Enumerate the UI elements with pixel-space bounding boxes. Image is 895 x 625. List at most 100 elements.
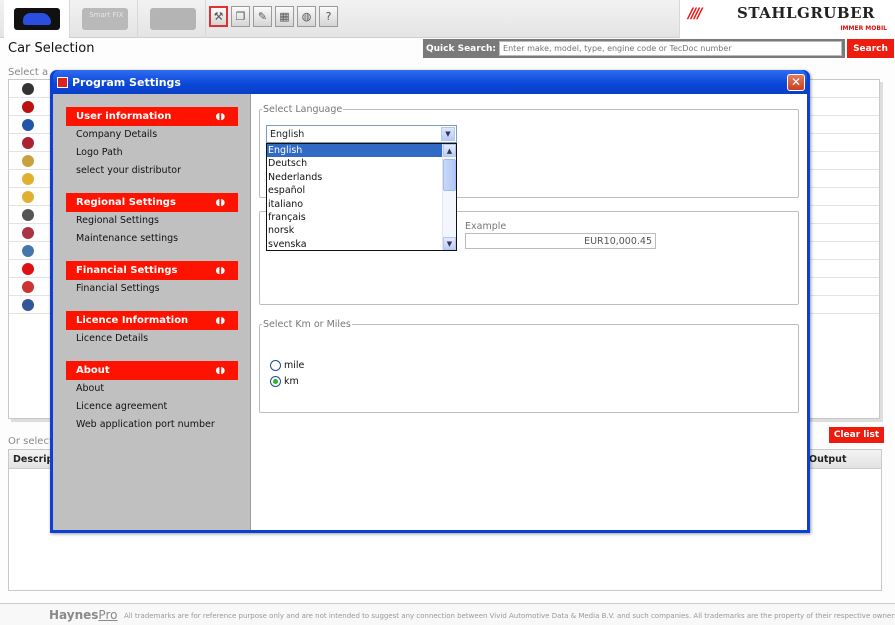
stahlgruber-logo: //// STAHLGRUBER IMMER MOBIL	[679, 0, 895, 38]
sidebar-item[interactable]: Financial Settings	[76, 280, 250, 298]
language-option[interactable]: Deutsch	[267, 157, 456, 170]
distance-legend: Select Km or Miles	[263, 319, 351, 330]
logo-name: STAHLGRUBER	[737, 4, 875, 22]
dropdown-scrollbar[interactable]: ▲ ▼	[442, 144, 456, 250]
make-logo-icon	[22, 119, 34, 131]
make-logo-icon	[22, 209, 34, 221]
make-logo-icon	[22, 227, 34, 239]
section-header[interactable]: About ◖◗	[66, 361, 238, 380]
language-option[interactable]: español	[267, 184, 456, 197]
footer-disclaimer: All trademarks are for reference purpose…	[124, 612, 895, 620]
headset-icon: ◖◗	[215, 315, 225, 326]
section-header-label: User information	[76, 111, 172, 122]
close-button[interactable]: ✕	[787, 74, 805, 91]
make-logo-icon	[22, 155, 34, 167]
scroll-down-icon[interactable]: ▼	[443, 237, 456, 250]
sidebar-item[interactable]: select your distributor	[76, 162, 250, 180]
language-option[interactable]: English	[267, 144, 456, 158]
make-logo-icon	[22, 299, 34, 311]
close-icon: ✕	[790, 75, 802, 89]
section-header-label: Licence Information	[76, 315, 189, 326]
example-value-field: EUR10,000.45	[465, 233, 656, 249]
copy-icon: ❐	[235, 10, 246, 23]
copy-button[interactable]: ❐	[231, 6, 250, 27]
make-logo-icon	[22, 245, 34, 257]
quick-search-bar: Quick Search:	[423, 39, 845, 58]
sidebar-item[interactable]: Licence agreement	[76, 398, 250, 416]
radio-km-label: km	[284, 376, 299, 387]
radio-mile-circle[interactable]	[270, 360, 281, 371]
logo-stripes-icon: ////	[688, 6, 703, 22]
scroll-thumb[interactable]	[443, 159, 456, 191]
dialog-titlebar[interactable]: Program Settings	[53, 70, 807, 94]
page-title: Car Selection	[8, 41, 95, 56]
language-legend: Select Language	[263, 104, 343, 115]
settings-content: Select Language Select Km or Miles Engli…	[251, 94, 807, 530]
headset-icon: ◖◗	[215, 265, 225, 276]
help-button[interactable]: ?	[319, 6, 338, 27]
sidebar-item[interactable]: Licence Details	[76, 330, 250, 348]
top-bar: Smart FIX ⚒ ❐ ✎ ▦ ◍ ? //// STAHLGRUBER I…	[0, 0, 895, 38]
language-dropdown-list[interactable]: English Deutsch Nederlands español italiano f…	[266, 143, 457, 251]
calculator-button[interactable]: ▦	[275, 6, 294, 27]
toolbar: ⚒ ❐ ✎ ▦ ◍ ?	[209, 6, 338, 27]
language-option[interactable]: italiano	[267, 198, 456, 211]
language-option[interactable]: Nederlands	[267, 171, 456, 184]
haynespro-logo: HaynesPro	[49, 608, 118, 622]
sidebar-item[interactable]: About	[76, 380, 250, 398]
language-option[interactable]: norsk	[267, 224, 456, 237]
search-button[interactable]: Search	[847, 39, 894, 58]
sidebar-item[interactable]: Company Details	[76, 126, 250, 144]
tab-smartfix[interactable]: Smart FIX	[72, 0, 138, 38]
radio-mile[interactable]: mile	[270, 360, 304, 371]
globe-icon: ◍	[301, 10, 312, 23]
section-header[interactable]: Financial Settings ◖◗	[66, 261, 238, 280]
language-select[interactable]: English ▼	[266, 125, 457, 143]
chevron-down-icon[interactable]: ▼	[441, 127, 455, 141]
clear-list-button[interactable]: Clear list	[829, 427, 884, 443]
make-logo-icon	[22, 83, 34, 95]
make-logo-icon	[22, 101, 34, 113]
tab-truck[interactable]	[140, 0, 206, 38]
scroll-up-icon[interactable]: ▲	[443, 144, 456, 157]
car-icon	[13, 8, 60, 30]
tab-car[interactable]	[4, 0, 70, 38]
language-option[interactable]: svenska	[267, 238, 456, 251]
section-header-label: About	[76, 365, 110, 376]
sidebar-item[interactable]: Maintenance settings	[76, 230, 250, 248]
example-label: Example	[465, 221, 507, 232]
section-header-label: Financial Settings	[76, 265, 178, 276]
section-header[interactable]: Licence Information ◖◗	[66, 311, 238, 330]
calculator-icon: ▦	[279, 10, 290, 23]
sidebar-item[interactable]: Logo Path	[76, 144, 250, 162]
column-output[interactable]: Output	[809, 454, 847, 465]
headset-icon: ◖◗	[215, 111, 225, 122]
make-logo-icon	[22, 191, 34, 203]
select-make-label: Select a	[8, 67, 49, 78]
radio-km-circle[interactable]	[270, 376, 281, 387]
app-icon	[57, 76, 68, 88]
smartfix-icon: Smart FIX	[81, 8, 128, 30]
globe-button[interactable]: ◍	[297, 6, 316, 27]
headset-icon: ◖◗	[215, 365, 225, 376]
quick-search-input[interactable]	[499, 41, 842, 56]
radio-km[interactable]: km	[270, 376, 299, 387]
make-logo-icon	[22, 137, 34, 149]
settings-button[interactable]: ⚒	[209, 6, 228, 27]
dialog-title: Program Settings	[72, 75, 181, 89]
quick-search-label: Quick Search:	[426, 43, 497, 54]
edit-icon: ✎	[257, 10, 268, 23]
sidebar-item[interactable]: Regional Settings	[76, 212, 250, 230]
program-settings-dialog: Program Settings ✕ User information ◖◗ Com…	[50, 70, 810, 533]
language-option[interactable]: français	[267, 211, 456, 224]
column-description[interactable]: Descrip	[13, 454, 53, 465]
section-header[interactable]: Regional Settings ◖◗	[66, 193, 238, 212]
section-header-label: Regional Settings	[76, 197, 176, 208]
footer: HaynesPro All trademarks are for referen…	[0, 603, 895, 625]
make-logo-icon	[22, 173, 34, 185]
headset-icon: ◖◗	[215, 197, 225, 208]
make-logo-icon	[22, 263, 34, 275]
sidebar-item[interactable]: Web application port number	[76, 416, 250, 434]
section-header[interactable]: User information ◖◗	[66, 107, 238, 126]
edit-button[interactable]: ✎	[253, 6, 272, 27]
